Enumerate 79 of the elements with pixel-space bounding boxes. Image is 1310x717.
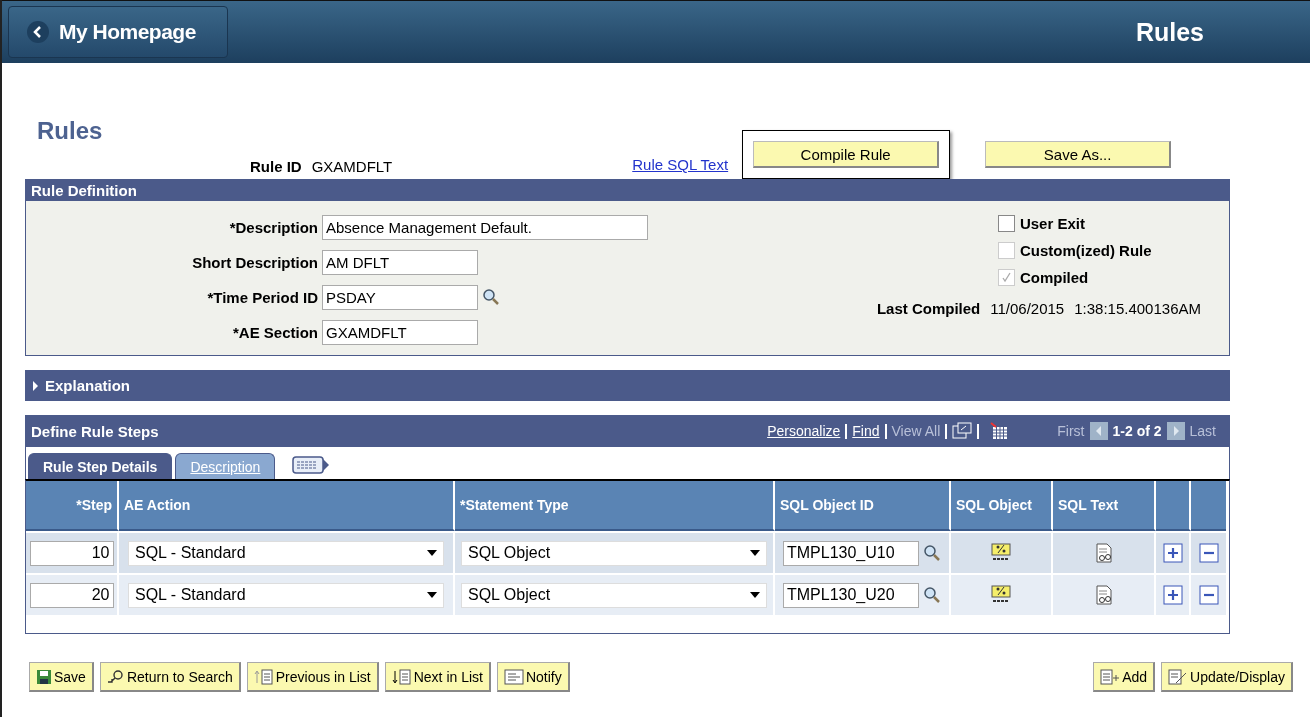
column-header: SQL Text — [1053, 481, 1156, 531]
first-label: First — [1057, 423, 1085, 439]
grid-download-icon[interactable] — [990, 422, 1009, 440]
personalize-link[interactable]: Personalize — [767, 423, 841, 439]
new-window-icon[interactable] — [952, 422, 973, 440]
checkbox-label: Custom(ized) Rule — [1019, 242, 1152, 259]
caret-icon — [750, 592, 760, 598]
page-plus-icon — [1100, 668, 1121, 685]
ae-action-dropdown[interactable]: SQL - Standard — [128, 582, 444, 608]
note-icon — [503, 668, 524, 685]
column-header — [1191, 481, 1226, 531]
show-all-columns-icon[interactable] — [292, 455, 331, 475]
view-all-link[interactable]: View All — [891, 423, 941, 439]
column-header: SQL Object — [951, 481, 1053, 531]
add-row-icon[interactable] — [1162, 585, 1183, 605]
check-icon — [1000, 272, 1012, 283]
search-icon[interactable] — [923, 586, 941, 604]
page-title: Rules — [37, 117, 104, 145]
last-compiled-date: 11/06/2015 — [990, 300, 1065, 317]
delete-row-icon[interactable] — [1198, 543, 1219, 563]
checkbox-label: User Exit — [1019, 215, 1085, 232]
sql-object-id-field[interactable]: TMPL130_U20 — [783, 582, 919, 608]
step-field[interactable]: 20 — [29, 582, 114, 608]
caret-icon — [427, 592, 437, 598]
field-label: Short Description — [191, 254, 318, 272]
field-label: *Time Period ID — [206, 288, 318, 306]
add-row-icon[interactable] — [1162, 543, 1183, 563]
list-down-arrow-icon — [391, 668, 412, 685]
last-label: Last — [1189, 423, 1216, 439]
ae-action-dropdown[interactable]: SQL - Standard — [128, 540, 444, 566]
caret-icon — [750, 550, 760, 556]
last-compiled-label: Last Compiled — [876, 300, 981, 317]
back-button[interactable]: My Homepage — [8, 6, 228, 58]
toolbar-button[interactable]: Save — [29, 662, 94, 692]
sql-object-icon[interactable] — [990, 585, 1012, 605]
grid-title: Define Rule Steps — [31, 422, 159, 440]
section-header: Rule Definition — [25, 179, 1230, 201]
page-pencil-icon — [1168, 668, 1189, 685]
list-up-arrow-icon — [253, 668, 274, 685]
toolbar-button[interactable]: Previous in List — [246, 662, 379, 692]
delete-row-icon[interactable] — [1198, 585, 1219, 605]
rule-sql-text-link[interactable]: Rule SQL Text — [632, 156, 729, 173]
field-label: *Description — [228, 219, 318, 237]
column-header: SQL Object ID — [775, 481, 951, 531]
rule-action-button[interactable]: Compile Rule — [742, 130, 951, 179]
toolbar-button[interactable]: Return to Search — [99, 662, 241, 692]
toolbar-button[interactable]: Update/Display — [1161, 662, 1293, 692]
rule-id-value: GXAMDFLT — [311, 158, 393, 175]
row-range: 1-2 of 2 — [1112, 423, 1162, 439]
last-compiled-time: 1:38:15.400136AM — [1074, 300, 1201, 317]
checkbox-label: Compiled — [1019, 269, 1089, 286]
text-field[interactable]: PSDAY — [322, 284, 478, 310]
text-field[interactable]: AM DFLT — [322, 250, 478, 276]
statement-type-dropdown[interactable]: SQL Object — [461, 540, 767, 566]
toolbar-button[interactable]: Next in List — [384, 662, 491, 692]
rule-action-button[interactable]: Save As... — [974, 130, 1183, 179]
header-title: Rules — [1135, 17, 1204, 47]
toolbar-button[interactable]: Notify — [496, 662, 570, 692]
caret-icon — [427, 550, 437, 556]
text-field[interactable]: GXAMDFLT — [322, 319, 478, 345]
sql-object-icon[interactable] — [990, 543, 1012, 563]
text-field[interactable]: Absence Management Default. — [322, 215, 648, 241]
column-header: *Statement Type — [455, 481, 775, 531]
tab[interactable]: Rule Step Details — [28, 453, 173, 479]
toolbar-button[interactable]: Add — [1093, 662, 1156, 692]
column-header: *Step — [26, 481, 119, 531]
find-link[interactable]: Find — [852, 423, 880, 439]
explanation-bar[interactable]: Explanation — [25, 370, 1230, 401]
column-header: AE Action — [119, 481, 455, 531]
search-icon[interactable] — [923, 544, 941, 562]
column-header — [1156, 481, 1191, 531]
magnifier-arrow-icon — [106, 668, 125, 685]
statement-type-dropdown[interactable]: SQL Object — [461, 582, 767, 608]
checkbox[interactable] — [997, 215, 1015, 232]
step-field[interactable]: 10 — [29, 540, 114, 566]
field-label: *AE Section — [231, 323, 318, 341]
rule-id-label: Rule ID — [250, 158, 302, 175]
sql-object-id-field[interactable]: TMPL130_U10 — [783, 540, 919, 566]
search-icon[interactable] — [482, 288, 500, 307]
